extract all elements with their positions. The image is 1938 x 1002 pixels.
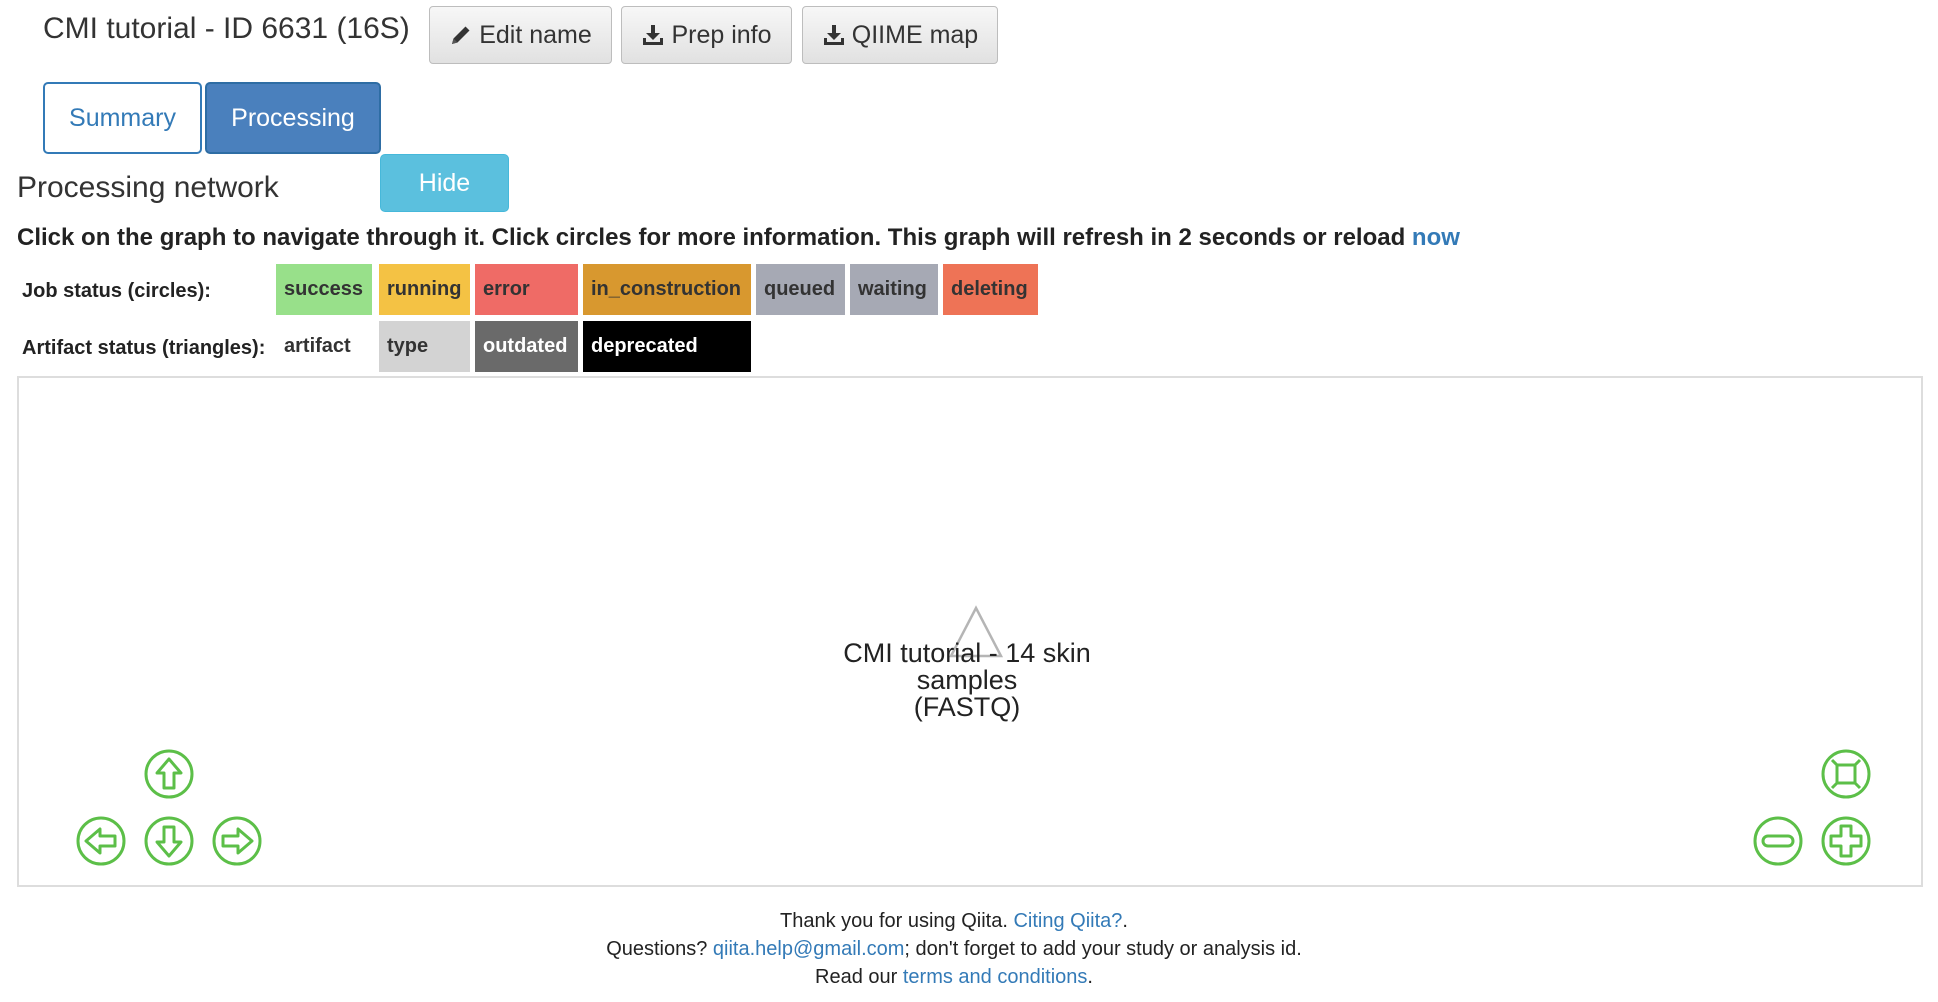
artifact-chip-deprecated: deprecated [583, 321, 751, 372]
graph-instructions: Click on the graph to navigate through i… [17, 224, 1460, 252]
artifact-chip-type: type [379, 321, 470, 372]
prep-info-label: Prep info [671, 20, 772, 49]
pencil-icon [452, 26, 470, 44]
citing-qiita-link[interactable]: Citing Qiita? [1013, 910, 1122, 932]
edit-name-button[interactable]: Edit name [429, 6, 612, 64]
status-chip-waiting: waiting [850, 264, 938, 315]
terms-link[interactable]: terms and conditions [903, 966, 1088, 988]
artifact-status-label: Artifact status (triangles): [22, 337, 266, 359]
section-title: Processing network [17, 171, 279, 204]
reload-now-link[interactable]: now [1412, 224, 1460, 251]
download-icon [643, 25, 664, 45]
pan-down-icon[interactable] [143, 815, 195, 867]
footer-thanks: Thank you for using Qiita. Citing Qiita?… [0, 910, 1923, 933]
zoom-in-icon[interactable] [1820, 815, 1872, 867]
node-label-line3: (FASTQ) [913, 692, 1021, 722]
questions-text: Questions? [606, 938, 708, 960]
status-chip-queued: queued [756, 264, 845, 315]
qiime-map-label: QIIME map [851, 20, 979, 49]
tab-summary[interactable]: Summary [43, 82, 202, 154]
pan-left-icon[interactable] [75, 815, 127, 867]
hide-button[interactable]: Hide [380, 154, 509, 212]
job-status-label: Job status (circles): [22, 280, 211, 302]
instructions-text: Click on the graph to navigate through i… [17, 224, 1406, 251]
pan-up-icon[interactable] [143, 748, 195, 800]
status-chip-in-construction: in_construction [583, 264, 751, 315]
artifact-chip-outdated: outdated [475, 321, 578, 372]
artifact-node-label: CMI tutorial - 14 skin samples (FASTQ) [822, 640, 1112, 721]
thanks-text: Thank you for using Qiita. [780, 910, 1008, 932]
pan-right-icon[interactable] [211, 815, 263, 867]
status-chip-error: error [475, 264, 578, 315]
footer-questions: Questions? qiita.help@gmail.com; don't f… [0, 938, 1923, 961]
help-email-link[interactable]: qiita.help@gmail.com [713, 938, 905, 960]
node-label-line2: samples [916, 665, 1018, 695]
terms-suffix: . [1087, 966, 1093, 988]
node-label-line1: CMI tutorial - 14 skin [843, 638, 1091, 668]
tab-processing[interactable]: Processing [205, 82, 381, 154]
questions-suffix: ; don't forget to add your study or anal… [904, 938, 1302, 960]
status-chip-success: success [276, 264, 372, 315]
download-icon [823, 25, 844, 45]
fit-to-screen-icon[interactable] [1820, 748, 1872, 800]
citing-suffix: . [1122, 910, 1128, 932]
page-title: CMI tutorial - ID 6631 (16S) [43, 12, 410, 45]
read-text: Read our [815, 966, 898, 988]
prep-info-button[interactable]: Prep info [621, 6, 792, 64]
status-chip-running: running [379, 264, 470, 315]
footer-terms: Read our terms and conditions. [0, 966, 1923, 989]
qiime-map-button[interactable]: QIIME map [802, 6, 998, 64]
status-chip-deleting: deleting [943, 264, 1038, 315]
artifact-chip-artifact: artifact [276, 321, 372, 372]
zoom-out-icon[interactable] [1752, 815, 1804, 867]
edit-name-label: Edit name [479, 20, 592, 49]
